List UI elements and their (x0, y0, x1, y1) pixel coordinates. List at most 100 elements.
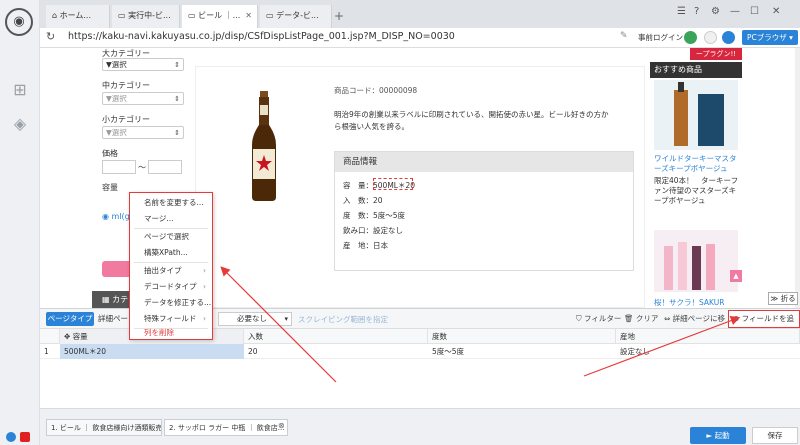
page-type-button[interactable]: ページタイプ (46, 312, 94, 326)
task-tab-2[interactable]: 2. サッポロ ラガー 中瓶 ｜ 飲食店... (164, 419, 288, 436)
cell-degree[interactable]: 5度〜5度 (428, 344, 616, 359)
extension-icon-2[interactable] (704, 31, 717, 44)
new-tab-button[interactable]: + (334, 5, 344, 27)
detail-page-tab[interactable]: 詳細ペー (98, 312, 128, 326)
reload-icon[interactable]: ↻ (46, 30, 55, 43)
capacity-radio[interactable]: ◉ ml(g (102, 212, 130, 221)
start-button[interactable]: ► 起動 (690, 427, 746, 444)
page-scrollbar[interactable] (795, 48, 800, 308)
settings-icon[interactable]: ⚙ (711, 6, 720, 17)
sakura-image[interactable] (654, 230, 738, 292)
info-row-origin: 産 地：日本 (343, 241, 388, 250)
product-info-title: 商品情報 (335, 152, 633, 172)
app-logo-icon: ◉ (5, 8, 33, 36)
price-min-input[interactable] (102, 160, 136, 174)
browser-tab-home[interactable]: ⌂ ホーム... (46, 5, 110, 28)
filter-icon: ⛉ (576, 314, 585, 323)
collapse-button[interactable]: ≫ 折る (768, 292, 798, 305)
move-icon: ✥ (64, 332, 73, 341)
column-header-degree[interactable]: 度数 (428, 329, 616, 344)
chevron-icon: ⇕ (174, 61, 180, 69)
mid-category-select[interactable]: ▼選択 ⇕ (102, 92, 184, 105)
whisky-bottle-icon (674, 82, 724, 146)
cell-capacity[interactable]: 500ML＊20 (60, 344, 244, 359)
clear-button[interactable]: 🗑 クリア (624, 313, 658, 324)
url-field[interactable]: https://kaku-navi.kakuyasu.co.jp/disp/CS… (68, 31, 455, 42)
small-category-select[interactable]: ▼選択 ⇕ (102, 126, 184, 139)
column-header-origin[interactable]: 産地 (616, 329, 800, 344)
restore-icon[interactable]: ☐ (750, 6, 759, 17)
cell-count[interactable]: 20 (244, 344, 428, 359)
scrape-mode-select[interactable]: 必要なし ▾ (218, 312, 292, 326)
help-icon[interactable]: ? (694, 6, 699, 17)
address-bar: ↻ https://kaku-navi.kakuyasu.co.jp/disp/… (40, 28, 800, 48)
menu-build-xpath[interactable]: 構築XPath... (130, 245, 212, 261)
recommend-item1-name[interactable]: ワイルドターキーマスターズキープボヤージュ (654, 154, 742, 174)
tab-icon: ▭ (266, 11, 277, 20)
row-number: 1 (44, 347, 49, 356)
capacity-label: 容量 (102, 183, 118, 192)
menu-merge[interactable]: マージ... (130, 211, 212, 227)
submenu-arrow-icon: › (203, 282, 206, 291)
sakura-bottles-icon (664, 242, 715, 290)
menu-modify-data[interactable]: データを修正する... (130, 295, 212, 311)
scrape-range-link[interactable]: スクレイピング範囲を指定 (298, 314, 388, 325)
login-link[interactable]: 事前ログイン (638, 32, 683, 43)
column-header-count[interactable]: 入数 (244, 329, 428, 344)
layers-icon[interactable]: ◈ (10, 114, 30, 134)
close-tab-icon[interactable]: ✕ (245, 5, 252, 27)
pc-browser-button[interactable]: PCブラウザ ▾ (742, 30, 798, 45)
save-button[interactable]: 保存 (752, 427, 798, 444)
add-task-icon[interactable]: ⊞ (10, 80, 30, 100)
scroll-up-icon[interactable]: ▲ (730, 270, 742, 282)
minimize-icon[interactable]: — (730, 6, 740, 17)
browser-tab-data[interactable]: ▭ データ-ビ... (260, 5, 332, 28)
product-detail: 商品コード：00000098 明治9年の創業以来ラベルに印刷されている、開拓使の… (195, 66, 645, 308)
app-sidebar: ◉ ⊞ ◈ (0, 0, 40, 445)
menu-rename[interactable]: 名前を変更する... (130, 195, 212, 211)
price-max-input[interactable] (148, 160, 182, 174)
edit-icon[interactable]: ✎ (620, 31, 628, 41)
browser-tab-beer[interactable]: ▭ ビール ｜... ✕ (182, 5, 258, 28)
close-task-icon[interactable]: ⊗ (278, 421, 285, 430)
youtube-icon[interactable] (20, 432, 30, 442)
menu-extract-type[interactable]: 抽出タイプ › (130, 263, 212, 279)
profile-icon[interactable] (722, 31, 735, 44)
product-description: 明治9年の創業以来ラベルに印刷されている、開拓使の赤い星。ビール好きの方から根強… (334, 110, 609, 131)
capacity-highlight (373, 178, 413, 190)
price-label: 価格 (102, 149, 118, 158)
recommend-panel: おすすめ商品 ワイルドターキーマスターズキープボヤージュ 限定40本！ ターキー… (650, 62, 742, 308)
product-info-box: 商品情報 容 量：500ML＊20 入 数：20 度 数：5度〜5度 飲み口：設… (334, 151, 634, 271)
trash-icon: 🗑 (624, 314, 636, 323)
info-row-count: 入 数：20 (343, 196, 383, 205)
submenu-arrow-icon: › (203, 266, 206, 275)
menu-delete-column[interactable]: 列を削除 (130, 325, 212, 341)
mid-category-label: 中カテゴリー (102, 81, 150, 90)
extension-icon[interactable] (684, 31, 697, 44)
beer-bottle-image (252, 91, 276, 201)
recommend-item2-name[interactable]: 桜！サクラ！SAKUR (654, 298, 742, 308)
link-icon: ⇔ (664, 314, 673, 323)
chevron-icon: ⇕ (174, 129, 180, 137)
menu-icon[interactable]: ☰ (677, 6, 686, 17)
row-num-header (40, 329, 60, 344)
skype-icon[interactable] (6, 432, 16, 442)
filter-button[interactable]: ⛉ フィルター (576, 313, 621, 324)
add-field-button[interactable]: ⊕ フィールドを追加 (728, 310, 800, 338)
table-row[interactable]: 1 500ML＊20 20 5度〜5度 設定なし (40, 344, 800, 359)
menu-select-in-page[interactable]: ページで選択 (130, 229, 212, 245)
recommend-title: おすすめ商品 (650, 62, 742, 78)
menu-decode-type[interactable]: デコードタイプ › (130, 279, 212, 295)
browser-tab-bar: ⌂ ホーム... ▭ 実行中-ビ... ▭ ビール ｜... ✕ ▭ データ-ビ.… (40, 0, 800, 28)
large-category-select[interactable]: ▼選択 ⇕ (102, 58, 184, 71)
info-row-taste: 飲み口：設定なし (343, 226, 403, 235)
cell-origin[interactable]: 設定なし (616, 344, 800, 359)
browser-tab-running[interactable]: ▭ 実行中-ビ... (112, 5, 180, 28)
home-icon: ⌂ (52, 11, 60, 20)
task-tab-1[interactable]: 1. ビール ｜ 飲食店様向け酒類販売... (46, 419, 162, 436)
task-bar: 1. ビール ｜ 飲食店様向け酒類販売... 2. サッポロ ラガー 中瓶 ｜ … (40, 408, 800, 445)
whisky-image[interactable] (654, 80, 738, 150)
detail-page-button[interactable]: ⇔ 詳細ページに移 (664, 313, 725, 324)
close-window-icon[interactable]: ✕ (772, 6, 780, 17)
promo-banner[interactable]: ープラグン!! (690, 48, 742, 60)
